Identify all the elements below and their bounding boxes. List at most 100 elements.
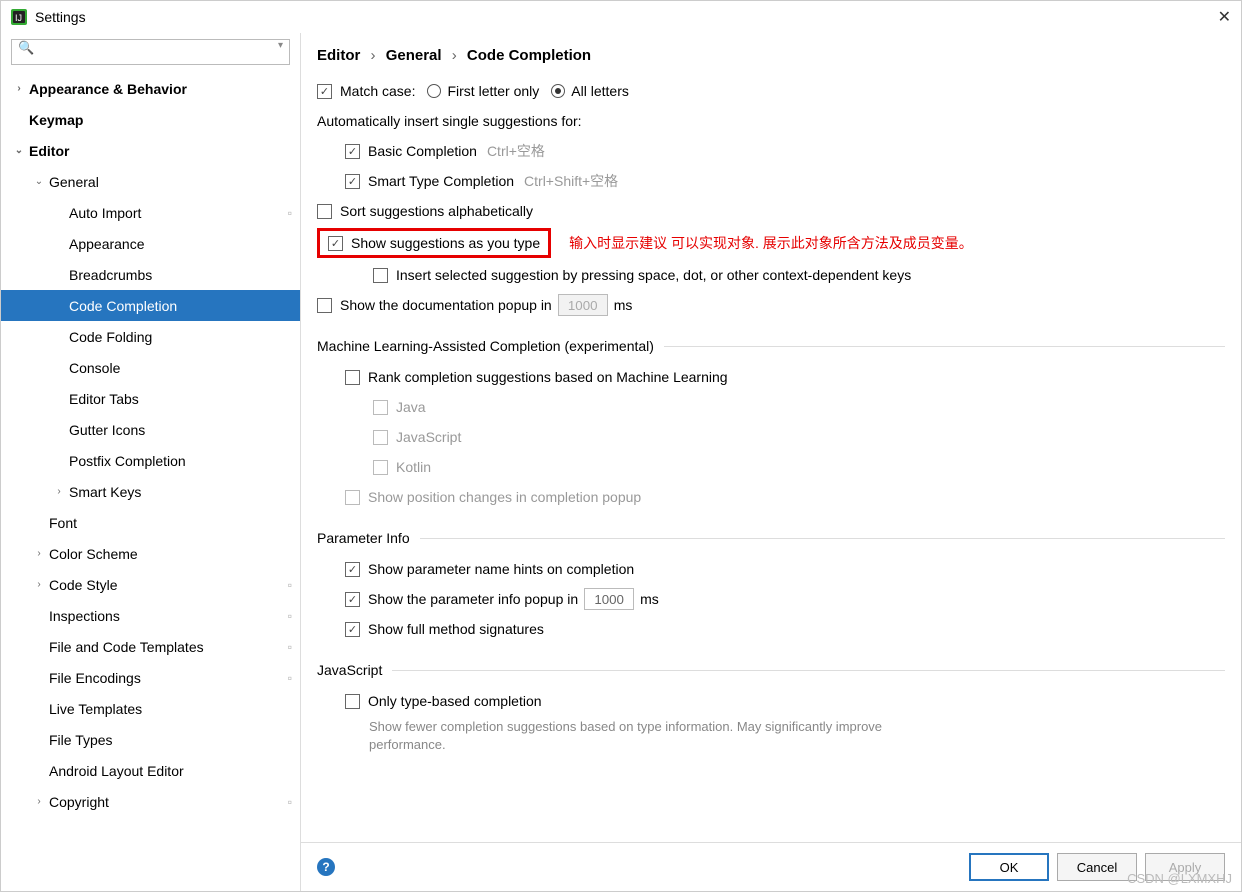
tree-label: Android Layout Editor: [49, 763, 184, 779]
tree-label: Color Scheme: [49, 546, 138, 562]
tree-item-android-layout-editor[interactable]: Android Layout Editor: [1, 755, 300, 786]
tree-label: File and Code Templates: [49, 639, 204, 655]
basic-shortcut: Ctrl+空格: [487, 141, 545, 161]
tree-label: File Types: [49, 732, 113, 748]
tree-label: Font: [49, 515, 77, 531]
tree-item-color-scheme[interactable]: › Color Scheme: [1, 538, 300, 569]
sidebar: 🔍 ▾ ›Appearance & BehaviorKeymap⌄Editor⌄…: [1, 33, 301, 891]
param-hints-checkbox[interactable]: [345, 562, 360, 577]
tree-item-auto-import[interactable]: Auto Import▫: [1, 197, 300, 228]
tree-item-code-style[interactable]: ›Code Style▫: [1, 569, 300, 600]
insert-selected-checkbox[interactable]: [373, 268, 388, 283]
param-popup-checkbox[interactable]: [345, 592, 360, 607]
tree-arrow-icon: ›: [33, 548, 45, 559]
tree-item-gutter-icons[interactable]: Gutter Icons: [1, 414, 300, 445]
tree-item-code-completion[interactable]: Code Completion: [1, 290, 300, 321]
ms-label: ms: [614, 297, 633, 313]
tree-label: Editor Tabs: [69, 391, 139, 407]
apply-button[interactable]: Apply: [1145, 853, 1225, 881]
tree-arrow-icon: ›: [33, 579, 45, 590]
search-icon: 🔍: [18, 40, 34, 55]
breadcrumb: Editor › General › Code Completion: [301, 33, 1241, 74]
show-suggestions-checkbox[interactable]: [328, 236, 343, 251]
ml-section-title: Machine Learning-Assisted Completion (ex…: [317, 338, 654, 354]
tree-label: Gutter Icons: [69, 422, 145, 438]
breadcrumb-item[interactable]: Editor: [317, 47, 360, 64]
tree-item-general[interactable]: ⌄ General: [1, 166, 300, 197]
annotation-text: 输入时显示建议 可以实现对象. 展示此对象所含方法及成员变量。: [569, 233, 973, 253]
tree-item-smart-keys[interactable]: › Smart Keys: [1, 476, 300, 507]
settings-tree: › Appearance & Behavior Keymap ⌄Editor ⌄ Gene…: [1, 73, 300, 891]
tree-arrow-icon: ⌄: [33, 176, 45, 187]
search-input[interactable]: 🔍 ▾: [11, 39, 290, 65]
tree-label: Keymap: [29, 112, 83, 128]
tree-item-file-encodings[interactable]: File Encodings▫: [1, 662, 300, 693]
show-doc-label: Show the documentation popup in: [340, 297, 552, 313]
highlighted-setting: Show suggestions as you type: [317, 228, 551, 258]
ml-lang-label: Java: [396, 399, 426, 415]
tree-label: General: [49, 174, 99, 190]
only-type-checkbox[interactable]: [345, 694, 360, 709]
tree-label: Auto Import: [69, 205, 141, 221]
help-icon[interactable]: ?: [317, 858, 335, 876]
tree-item-editor-tabs[interactable]: Editor Tabs: [1, 383, 300, 414]
show-suggestions-label: Show suggestions as you type: [351, 235, 540, 251]
page-badge-icon: ▫: [288, 795, 292, 809]
tree-label: Live Templates: [49, 701, 142, 717]
ms-label: ms: [640, 591, 659, 607]
tree-item-appearance-behavior[interactable]: › Appearance & Behavior: [1, 73, 300, 104]
tree-item-appearance[interactable]: Appearance: [1, 228, 300, 259]
tree-item-console[interactable]: Console: [1, 352, 300, 383]
window-title: Settings: [35, 9, 86, 25]
smart-completion-checkbox[interactable]: [345, 174, 360, 189]
tree-item-keymap[interactable]: Keymap: [1, 104, 300, 135]
tree-arrow-icon: ›: [13, 83, 25, 94]
tree-item-file-and-code-templates[interactable]: File and Code Templates▫: [1, 631, 300, 662]
tree-item-breadcrumbs[interactable]: Breadcrumbs: [1, 259, 300, 290]
param-delay-input[interactable]: [584, 588, 634, 610]
first-letter-label: First letter only: [447, 83, 539, 99]
titlebar: IJ Settings ✕: [1, 1, 1241, 33]
sort-alpha-checkbox[interactable]: [317, 204, 332, 219]
tree-label: Appearance & Behavior: [29, 81, 187, 97]
tree-arrow-icon: ›: [53, 486, 65, 497]
show-doc-checkbox[interactable]: [317, 298, 332, 313]
js-section-title: JavaScript: [317, 662, 382, 678]
tree-item-inspections[interactable]: Inspections▫: [1, 600, 300, 631]
all-letters-radio[interactable]: [551, 84, 565, 98]
ok-button[interactable]: OK: [969, 853, 1049, 881]
only-type-hint: Show fewer completion suggestions based …: [317, 718, 917, 754]
cancel-button[interactable]: Cancel: [1057, 853, 1137, 881]
basic-completion-checkbox[interactable]: [345, 144, 360, 159]
breadcrumb-item[interactable]: General: [386, 47, 442, 64]
match-case-checkbox[interactable]: [317, 84, 332, 99]
search-options-icon[interactable]: ▾: [278, 40, 283, 51]
match-case-label: Match case:: [340, 83, 415, 99]
rank-ml-checkbox[interactable]: [345, 370, 360, 385]
close-icon[interactable]: ✕: [1218, 7, 1231, 27]
tree-item-copyright[interactable]: ›Copyright▫: [1, 786, 300, 817]
page-badge-icon: ▫: [288, 671, 292, 685]
ml-lang-checkbox: [373, 430, 388, 445]
first-letter-radio[interactable]: [427, 84, 441, 98]
tree-item-live-templates[interactable]: Live Templates: [1, 693, 300, 724]
basic-completion-label: Basic Completion: [368, 143, 477, 159]
tree-label: Smart Keys: [69, 484, 141, 500]
full-sig-checkbox[interactable]: [345, 622, 360, 637]
ml-lang-checkbox: [373, 400, 388, 415]
tree-item-file-types[interactable]: File Types: [1, 724, 300, 755]
tree-item-editor[interactable]: ⌄Editor: [1, 135, 300, 166]
tree-label: Breadcrumbs: [69, 267, 152, 283]
tree-label: Console: [69, 360, 120, 376]
page-badge-icon: ▫: [288, 609, 292, 623]
smart-completion-label: Smart Type Completion: [368, 173, 514, 189]
tree-label: Postfix Completion: [69, 453, 186, 469]
app-icon: IJ: [11, 9, 27, 25]
tree-item-font[interactable]: Font: [1, 507, 300, 538]
doc-delay-input[interactable]: [558, 294, 608, 316]
all-letters-label: All letters: [571, 83, 629, 99]
tree-item-postfix-completion[interactable]: Postfix Completion: [1, 445, 300, 476]
tree-item-code-folding[interactable]: Code Folding: [1, 321, 300, 352]
param-hints-label: Show parameter name hints on completion: [368, 561, 634, 577]
svg-text:IJ: IJ: [15, 13, 22, 23]
